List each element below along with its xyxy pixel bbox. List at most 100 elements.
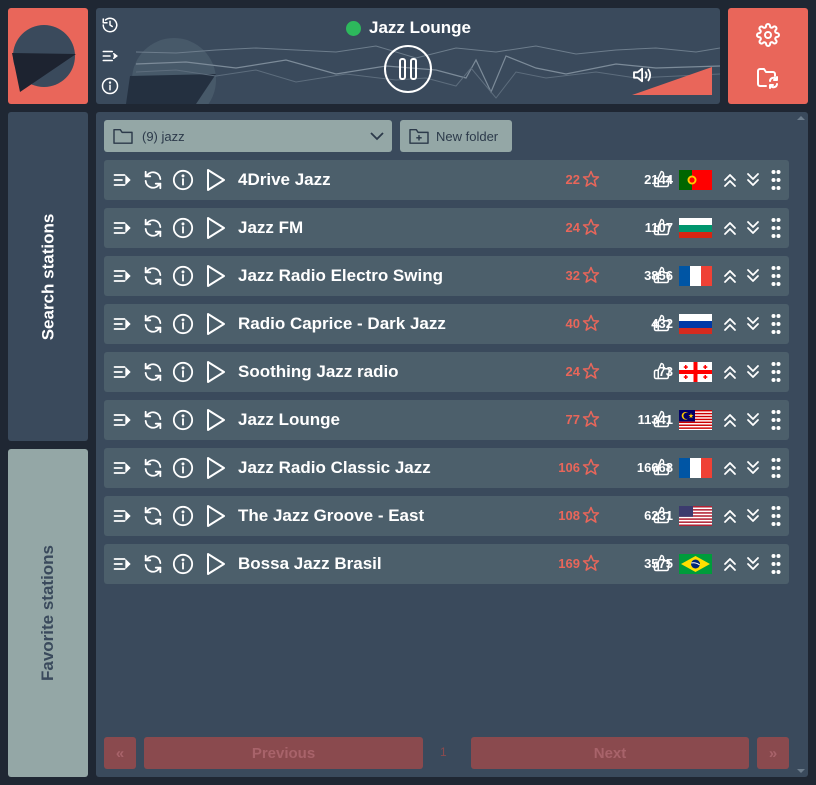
- thumbs-up-icon[interactable]: [653, 506, 671, 529]
- next-page-button[interactable]: Next: [471, 737, 749, 769]
- add-queue-icon[interactable]: [112, 410, 132, 435]
- station-row[interactable]: Jazz Radio Electro Swing 32 3856: [104, 256, 789, 296]
- play-icon[interactable]: [203, 216, 227, 245]
- drag-handle-icon[interactable]: [771, 361, 781, 388]
- volume-slider[interactable]: [632, 67, 714, 97]
- info-icon[interactable]: [172, 361, 194, 388]
- thumbs-up-icon[interactable]: [653, 170, 671, 193]
- star-icon[interactable]: [582, 170, 600, 193]
- info-icon[interactable]: [172, 169, 194, 196]
- play-icon[interactable]: [203, 456, 227, 485]
- play-icon[interactable]: [203, 312, 227, 341]
- thumbs-up-icon[interactable]: [653, 362, 671, 385]
- add-queue-icon[interactable]: [112, 218, 132, 243]
- station-row[interactable]: Jazz FM 24 1107: [104, 208, 789, 248]
- station-row[interactable]: Soothing Jazz radio 24 73: [104, 352, 789, 392]
- star-icon[interactable]: [582, 362, 600, 385]
- scroll-down-arrow[interactable]: [796, 768, 806, 774]
- move-down-icon[interactable]: [746, 172, 760, 193]
- move-down-icon[interactable]: [746, 364, 760, 385]
- play-icon[interactable]: [203, 360, 227, 389]
- move-down-icon[interactable]: [746, 412, 760, 433]
- drag-handle-icon[interactable]: [771, 553, 781, 580]
- refresh-icon[interactable]: [142, 217, 164, 244]
- move-up-icon[interactable]: [723, 172, 737, 193]
- move-up-icon[interactable]: [723, 268, 737, 289]
- tab-favorite-stations[interactable]: Favorite stations: [8, 449, 88, 777]
- star-icon[interactable]: [582, 458, 600, 481]
- folder-select[interactable]: (9) jazz: [104, 120, 392, 152]
- refresh-icon[interactable]: [142, 505, 164, 532]
- play-icon[interactable]: [203, 168, 227, 197]
- refresh-icon[interactable]: [142, 361, 164, 388]
- move-down-icon[interactable]: [746, 220, 760, 241]
- move-down-icon[interactable]: [746, 316, 760, 337]
- add-queue-icon[interactable]: [112, 266, 132, 291]
- add-queue-icon[interactable]: [112, 458, 132, 483]
- star-icon[interactable]: [582, 506, 600, 529]
- drag-handle-icon[interactable]: [771, 457, 781, 484]
- drag-handle-icon[interactable]: [771, 217, 781, 244]
- star-icon[interactable]: [582, 266, 600, 289]
- station-row[interactable]: Radio Caprice - Dark Jazz 40 432: [104, 304, 789, 344]
- history-icon[interactable]: [101, 16, 119, 39]
- info-icon[interactable]: [172, 313, 194, 340]
- info-icon[interactable]: [172, 217, 194, 244]
- play-icon[interactable]: [203, 408, 227, 437]
- gear-icon[interactable]: [756, 23, 780, 52]
- move-up-icon[interactable]: [723, 364, 737, 385]
- add-queue-icon[interactable]: [112, 554, 132, 579]
- move-up-icon[interactable]: [723, 412, 737, 433]
- play-icon[interactable]: [203, 264, 227, 293]
- move-down-icon[interactable]: [746, 556, 760, 577]
- folder-sync-icon[interactable]: [756, 66, 780, 95]
- drag-handle-icon[interactable]: [771, 505, 781, 532]
- move-up-icon[interactable]: [723, 460, 737, 481]
- add-queue-icon[interactable]: [112, 170, 132, 195]
- thumbs-up-icon[interactable]: [653, 218, 671, 241]
- thumbs-up-icon[interactable]: [653, 266, 671, 289]
- pause-button[interactable]: [384, 45, 432, 93]
- play-icon[interactable]: [203, 504, 227, 533]
- star-icon[interactable]: [582, 554, 600, 577]
- move-down-icon[interactable]: [746, 268, 760, 289]
- thumbs-up-icon[interactable]: [653, 554, 671, 577]
- info-icon[interactable]: [172, 409, 194, 436]
- queue-icon[interactable]: [101, 47, 119, 70]
- info-icon[interactable]: [172, 457, 194, 484]
- move-up-icon[interactable]: [723, 316, 737, 337]
- refresh-icon[interactable]: [142, 457, 164, 484]
- station-row[interactable]: Jazz Lounge 77 11341: [104, 400, 789, 440]
- refresh-icon[interactable]: [142, 265, 164, 292]
- add-queue-icon[interactable]: [112, 314, 132, 339]
- info-icon[interactable]: [172, 505, 194, 532]
- move-up-icon[interactable]: [723, 556, 737, 577]
- move-up-icon[interactable]: [723, 508, 737, 529]
- info-icon[interactable]: [172, 553, 194, 580]
- station-row[interactable]: 4Drive Jazz 22 2144: [104, 160, 789, 200]
- thumbs-up-icon[interactable]: [653, 410, 671, 433]
- info-icon[interactable]: [101, 77, 119, 100]
- thumbs-up-icon[interactable]: [653, 458, 671, 481]
- new-folder-button[interactable]: New folder: [400, 120, 512, 152]
- drag-handle-icon[interactable]: [771, 169, 781, 196]
- refresh-icon[interactable]: [142, 313, 164, 340]
- drag-handle-icon[interactable]: [771, 313, 781, 340]
- thumbs-up-icon[interactable]: [653, 314, 671, 337]
- add-queue-icon[interactable]: [112, 506, 132, 531]
- star-icon[interactable]: [582, 410, 600, 433]
- move-up-icon[interactable]: [723, 220, 737, 241]
- refresh-icon[interactable]: [142, 409, 164, 436]
- move-down-icon[interactable]: [746, 508, 760, 529]
- first-page-button[interactable]: «: [104, 737, 136, 769]
- refresh-icon[interactable]: [142, 553, 164, 580]
- drag-handle-icon[interactable]: [771, 265, 781, 292]
- add-queue-icon[interactable]: [112, 362, 132, 387]
- play-icon[interactable]: [203, 552, 227, 581]
- info-icon[interactable]: [172, 265, 194, 292]
- star-icon[interactable]: [582, 218, 600, 241]
- refresh-icon[interactable]: [142, 169, 164, 196]
- station-row[interactable]: The Jazz Groove - East 108 6231: [104, 496, 789, 536]
- drag-handle-icon[interactable]: [771, 409, 781, 436]
- last-page-button[interactable]: »: [757, 737, 789, 769]
